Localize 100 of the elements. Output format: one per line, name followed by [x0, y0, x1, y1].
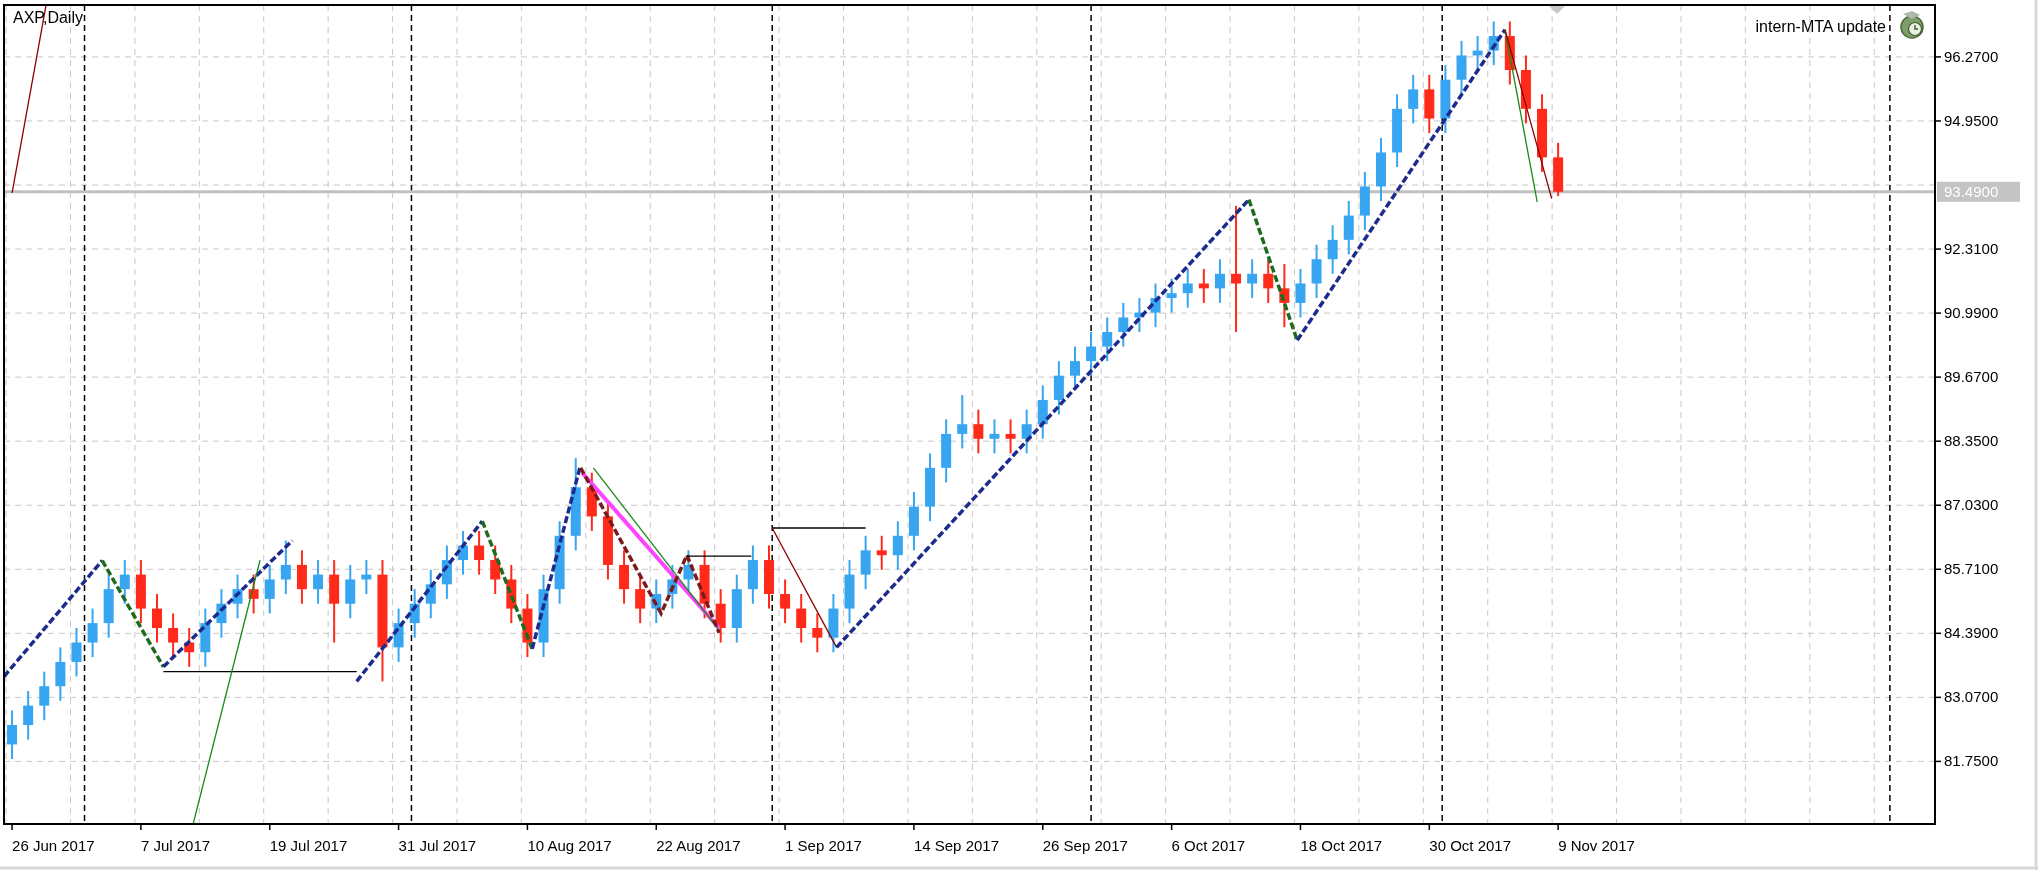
- candlestick: [345, 563, 356, 620]
- price-axis-label: 84.3900: [1944, 624, 1999, 642]
- candlestick: [1053, 360, 1064, 416]
- date-axis-label: 1 Sep 2017: [785, 837, 862, 854]
- candlestick: [216, 588, 227, 639]
- date-axis-label: 14 Sep 2017: [913, 837, 999, 854]
- candlestick: [313, 559, 324, 605]
- date-axis-label: 22 Aug 2017: [656, 837, 741, 854]
- candlestick: [908, 491, 919, 552]
- date-axis-label: 30 Oct 2017: [1429, 837, 1512, 854]
- price-axis-label: 92.3100: [1944, 240, 1999, 258]
- candlestick: [248, 573, 259, 615]
- candlestick: [1102, 316, 1113, 363]
- candlestick: [925, 452, 936, 523]
- candlestick: [87, 607, 98, 659]
- candlestick: [1182, 267, 1193, 309]
- candlestick: [490, 544, 501, 595]
- date-axis-label: 18 Oct 2017: [1300, 837, 1383, 854]
- price-axis-label: 96.2700: [1944, 47, 1999, 65]
- candlestick: [1311, 243, 1322, 300]
- current-price-label: 93.4900: [1937, 181, 2020, 202]
- candlestick: [1424, 73, 1435, 135]
- candlestick: [1021, 408, 1032, 455]
- indicator-label: intern-MTA update: [1755, 18, 1886, 35]
- candlestick: [522, 593, 533, 659]
- candlestick: [409, 588, 420, 639]
- candlestick: [458, 529, 468, 576]
- candlestick: [1150, 282, 1161, 329]
- candlestick: [1520, 54, 1531, 125]
- candlestick: [425, 568, 436, 620]
- candlestick: [1279, 263, 1290, 329]
- candlestick: [55, 646, 66, 702]
- candlestick: [474, 529, 485, 576]
- candlestick: [796, 593, 807, 644]
- date-axis-label: 19 Jul 2017: [269, 837, 348, 854]
- candlestick: [731, 573, 742, 644]
- candlestick: [1504, 20, 1515, 86]
- date-axis-label: 26 Sep 2017: [1042, 837, 1128, 854]
- price-axis-label: 94.9500: [1944, 111, 1999, 129]
- candlestick: [1472, 35, 1483, 71]
- candlestick: [651, 578, 662, 625]
- candlestick: [892, 520, 903, 571]
- candlestick: [715, 588, 726, 644]
- candlestick: [184, 627, 195, 668]
- candlestick: [780, 578, 791, 625]
- candlestick: [506, 563, 517, 625]
- candlestick: [844, 559, 855, 625]
- candlestick: [1247, 258, 1258, 300]
- date-axis-label: 7 Jul 2017: [140, 837, 211, 854]
- date-axis-label: 31 Jul 2017: [398, 837, 477, 854]
- candlestick: [119, 559, 130, 605]
- date-axis-label: 9 Nov 2017: [1558, 837, 1635, 854]
- candlestick: [699, 549, 710, 620]
- candlestick: [1214, 258, 1225, 304]
- candlestick: [200, 607, 211, 668]
- candlestick: [1440, 64, 1451, 135]
- candlestick: [812, 612, 823, 654]
- candlestick: [586, 471, 597, 532]
- candlestick: [973, 408, 984, 455]
- candlestick: [264, 563, 275, 615]
- candlestick: [1005, 418, 1016, 455]
- candlestick: [1408, 73, 1419, 125]
- candlestick: [860, 534, 871, 591]
- candlestick: [989, 418, 1000, 455]
- price-axis-label: 87.0300: [1944, 496, 1999, 514]
- candlestick: [71, 627, 82, 678]
- price-axis-label: 88.3500: [1944, 432, 1999, 450]
- candlestick: [39, 670, 50, 722]
- candlestick: [957, 394, 968, 450]
- candlestick: [747, 544, 758, 605]
- clock-icon[interactable]: [1900, 11, 1924, 39]
- price-axis-label: 89.6700: [1944, 368, 1999, 386]
- candlestick: [1553, 141, 1564, 198]
- candlestick: [7, 709, 18, 760]
- candlestick: [828, 593, 839, 654]
- candlestick: [1118, 301, 1129, 348]
- candlestick: [764, 544, 774, 610]
- candlestick: [1037, 384, 1048, 440]
- date-axis-label: 6 Oct 2017: [1171, 837, 1245, 854]
- candlestick: [1456, 39, 1467, 96]
- candlestick: [393, 607, 404, 663]
- candlestick: [1086, 331, 1097, 377]
- candlestick: [152, 593, 162, 644]
- candlestick: [103, 573, 114, 639]
- candlestick: [296, 549, 307, 605]
- candlestick: [280, 539, 291, 595]
- candlestick: [1295, 267, 1306, 319]
- candlestick: [1376, 136, 1386, 202]
- price-axis-label: 90.9900: [1944, 304, 1999, 322]
- candlestick: [876, 534, 887, 571]
- candlestick: [1263, 258, 1274, 304]
- date-axis-label: 26 Jun 2017: [12, 837, 95, 854]
- price-axis-label: 83.0700: [1944, 688, 1999, 706]
- candlestick: [1327, 224, 1338, 275]
- date-axis-label: 10 Aug 2017: [527, 837, 612, 854]
- candlestick: [1166, 277, 1177, 314]
- candlestick: [361, 559, 372, 595]
- candlestick: [1134, 297, 1145, 333]
- candlestick: [941, 418, 952, 484]
- candlestick: [1343, 200, 1354, 256]
